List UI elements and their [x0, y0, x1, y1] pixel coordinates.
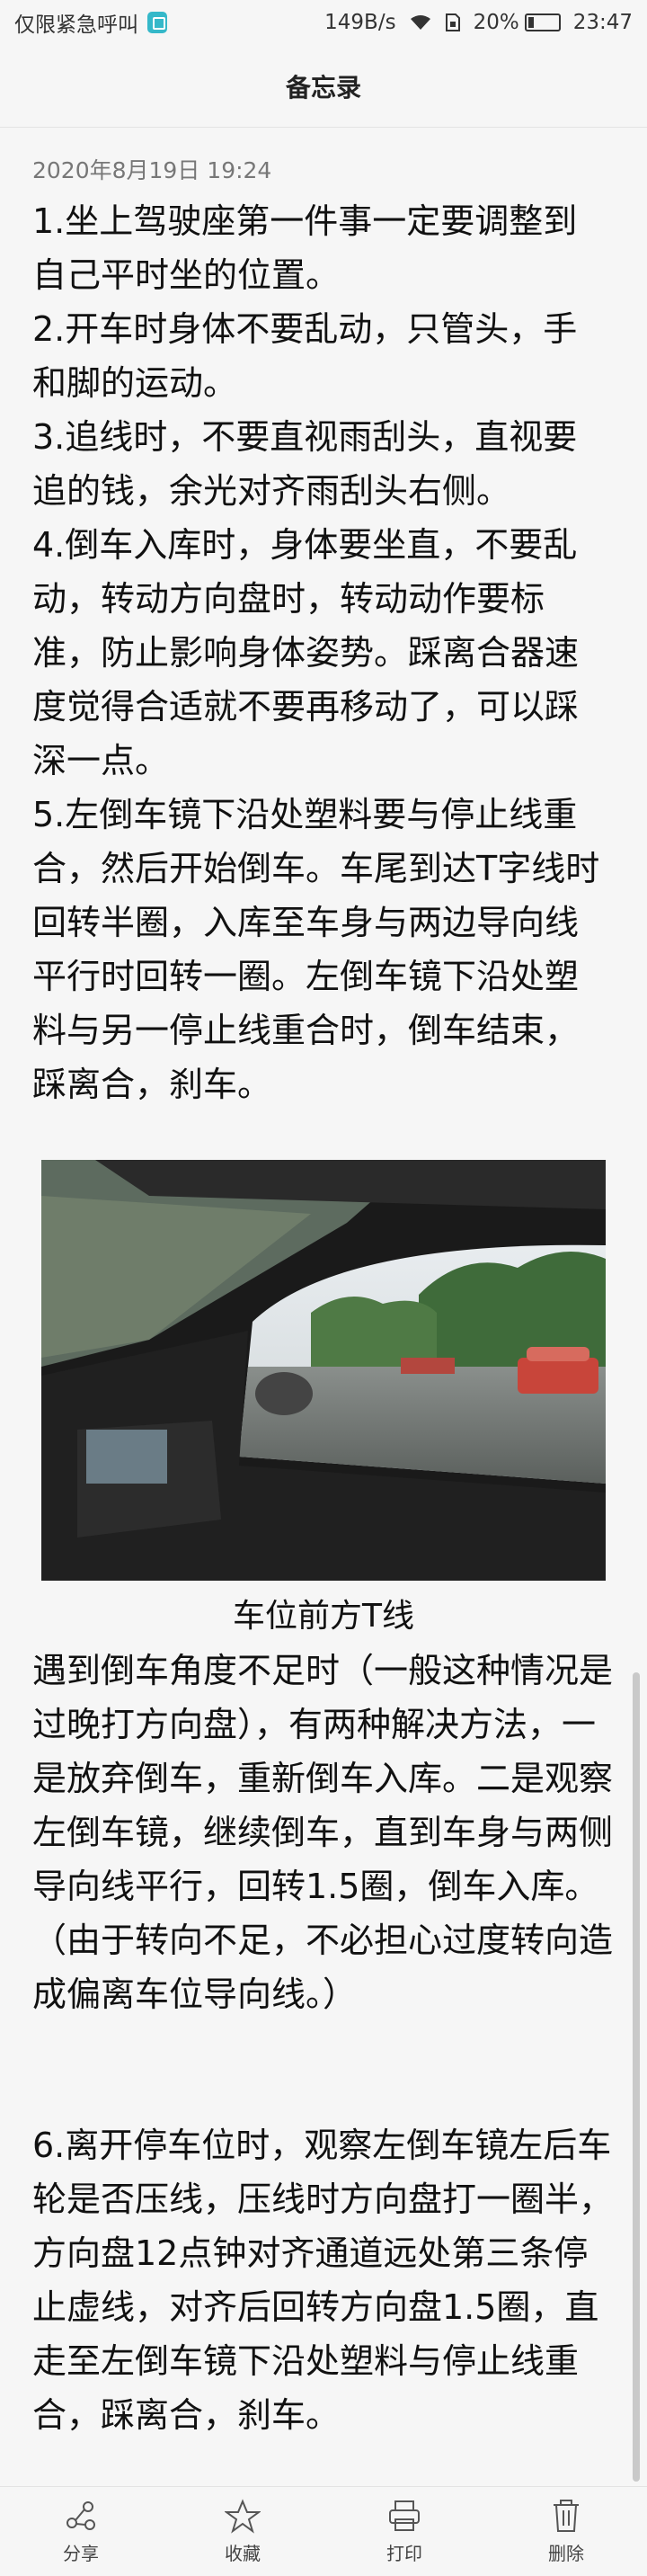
delete-button[interactable]: 删除: [512, 2498, 620, 2565]
print-button[interactable]: 打印: [350, 2498, 458, 2565]
title-bar: 备忘录: [0, 45, 647, 128]
network-speed: 149B/s: [324, 11, 396, 34]
trash-icon: [554, 2500, 579, 2532]
share-button[interactable]: 分享: [27, 2498, 135, 2565]
clock: 23:47: [572, 11, 633, 34]
note-paragraph-6: 6.离开停车位时，观察左倒车镜左后车轮是否压线，压线时方向盘打一圈半，方向盘12…: [32, 2126, 614, 2435]
sim-card-icon: [445, 13, 460, 31]
battery-percent: 20%: [473, 11, 519, 34]
status-right: 149B/s 20% 23:47: [324, 11, 633, 34]
note-paragraph-1: 1.坐上驾驶座第一件事一定要调整到自己平时坐的位置。: [32, 201, 578, 295]
note-paragraph-5: 5.左倒车镜下沿处塑料要与停止线重合，然后开始倒车。车尾到达T字线时回转半圈，入…: [32, 795, 600, 1104]
delete-label: 删除: [548, 2543, 584, 2564]
status-bar: 仅限紧急呼叫 149B/s 20% 23:47: [0, 0, 647, 45]
carrier-text: 仅限紧急呼叫: [14, 13, 138, 37]
car-interior-image: [41, 1160, 606, 1581]
security-shield-icon: [147, 12, 167, 33]
note-timestamp: 2020年8月19日 19:24: [32, 157, 272, 183]
bottom-toolbar: 分享 收藏 打印 删除: [0, 2486, 647, 2576]
wifi-icon: [410, 15, 430, 30]
note-content[interactable]: 2020年8月19日 19:24 1.坐上驾驶座第一件事一定要调整到自己平时坐的…: [32, 151, 607, 1111]
favorite-button[interactable]: 收藏: [189, 2498, 297, 2565]
note-paragraph-4: 4.倒车入库时，身体要坐直，不要乱动，转动方向盘时，转动动作要标准，防止影响身体…: [32, 525, 580, 780]
battery-fill: [527, 17, 535, 28]
note-content-continued-2[interactable]: 6.离开停车位时，观察左倒车镜左后车轮是否压线，压线时方向盘打一圈半，方向盘12…: [32, 2118, 616, 2442]
favorite-label: 收藏: [225, 2543, 261, 2564]
note-paragraph-2: 2.开车时身体不要乱动，只管头，手和脚的运动。: [32, 309, 578, 403]
note-paragraph-after-photo: 遇到倒车角度不足时（一般这种情况是过晚打方向盘），有两种解决方法，一是放弃倒车，…: [32, 1651, 614, 2014]
photo-caption: 车位前方T线: [233, 1598, 414, 1635]
status-left: 仅限紧急呼叫: [14, 7, 167, 38]
battery-icon: [524, 13, 561, 31]
page-title: 备忘录: [285, 72, 361, 103]
note-paragraph-3: 3.追线时，不要直视雨刮头，直视要追的钱，余光对齐雨刮头右侧。: [32, 417, 578, 511]
note-photo[interactable]: [41, 1160, 606, 1581]
note-content-continued[interactable]: 遇到倒车角度不足时（一般这种情况是过晚打方向盘），有两种解决方法，一是放弃倒车，…: [32, 1644, 616, 2021]
share-label: 分享: [63, 2543, 99, 2564]
scrollbar[interactable]: [633, 1672, 640, 2482]
share-icon: [66, 2501, 95, 2530]
battery-indicator: 20%: [474, 11, 561, 34]
star-icon: [225, 2499, 261, 2534]
printer-icon: [389, 2500, 420, 2531]
print-label: 打印: [386, 2543, 422, 2564]
